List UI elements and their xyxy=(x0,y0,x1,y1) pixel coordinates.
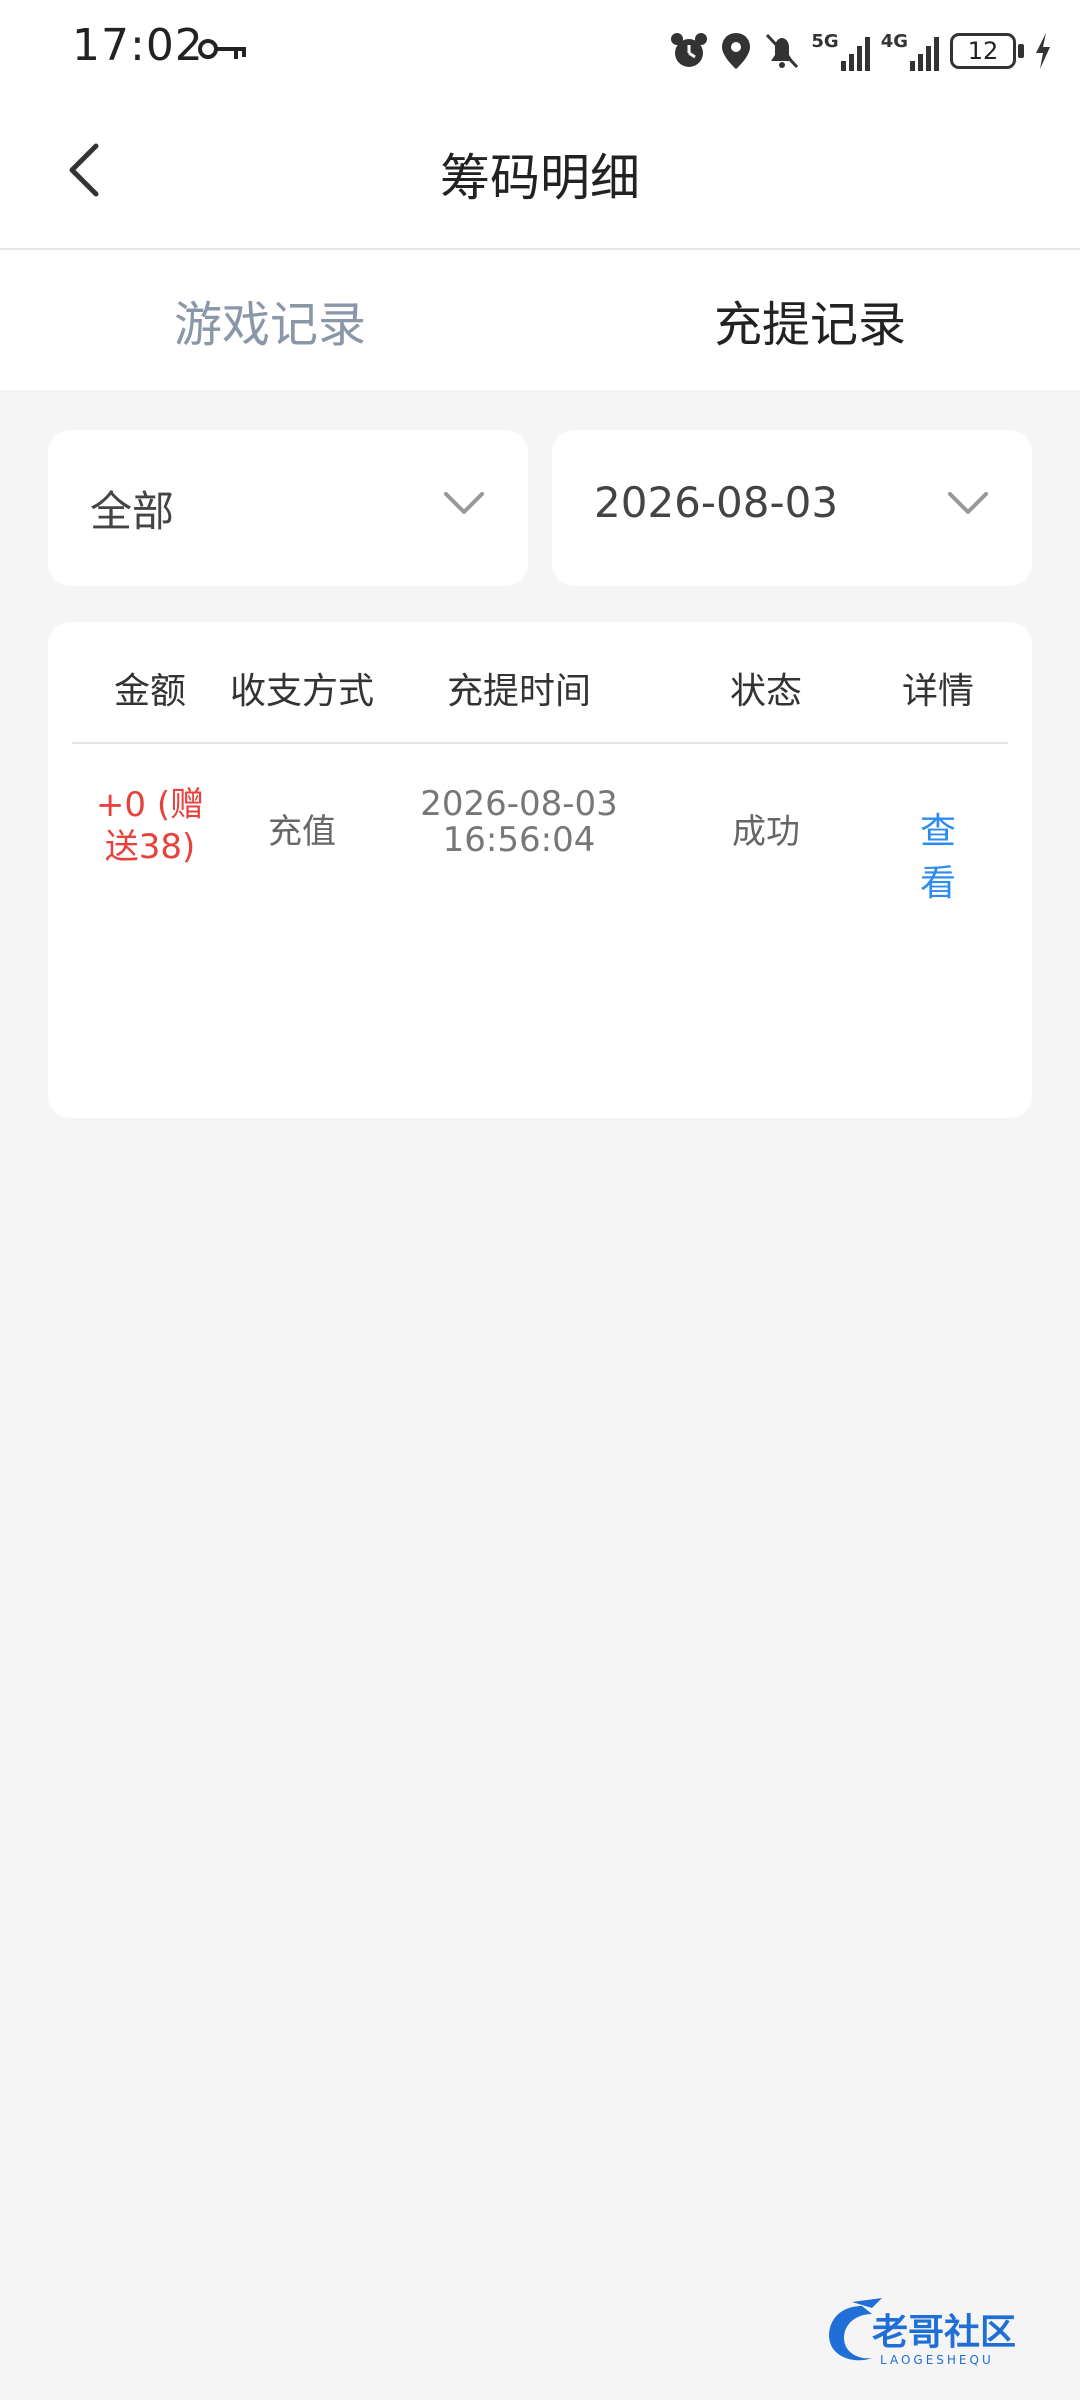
column-header-detail: 详情 xyxy=(901,671,975,712)
row-amount-line2: 送38) xyxy=(104,827,196,867)
signal-4g-label: 4G xyxy=(880,31,908,52)
row-amount-line1: +0 (赠 xyxy=(95,785,205,825)
signal-5g-label: 5G xyxy=(811,31,839,52)
status-bar: 17:02 5G 4G 12 xyxy=(0,0,1080,100)
date-filter-value: 2026-08-03 xyxy=(594,478,839,527)
vpn-key-icon xyxy=(198,39,246,59)
alarm-icon xyxy=(671,33,708,67)
location-icon xyxy=(722,33,751,69)
chevron-down-icon xyxy=(444,492,484,514)
row-status: 成功 xyxy=(732,812,800,852)
view-detail-link[interactable]: 查看 xyxy=(903,802,973,906)
charging-icon xyxy=(1036,33,1050,69)
date-filter-dropdown[interactable]: 2026-08-03 xyxy=(552,430,1032,586)
row-date: 2026-08-03 xyxy=(420,784,618,824)
status-icons: 5G 4G 12 xyxy=(669,26,1052,76)
type-filter-value: 全部 xyxy=(90,487,175,536)
battery-level: 12 xyxy=(967,37,999,65)
battery-icon: 12 xyxy=(950,33,1016,69)
battery-indicator: 12 xyxy=(950,33,1024,69)
record-tabs: 游戏记录 充提记录 xyxy=(0,250,1080,390)
svg-text:LAOGESHEQU: LAOGESHEQU xyxy=(880,2353,994,2367)
records-table: 金额 收支方式 充提时间 状态 详情 +0 (赠 送38) 充值 2026-08… xyxy=(48,622,1032,1118)
page-title: 筹码明细 xyxy=(440,149,640,207)
column-header-time: 充提时间 xyxy=(446,671,592,712)
mute-bell-icon xyxy=(766,33,799,69)
signal-5g: 5G xyxy=(811,31,870,71)
cell-signal-icon xyxy=(910,37,939,71)
column-header-status: 状态 xyxy=(729,671,803,712)
table-row: +0 (赠 送38) 充值 2026-08-03 16:56:04 成功 查看 xyxy=(72,744,1008,914)
battery-tip xyxy=(1018,44,1024,58)
app-header: 筹码明细 xyxy=(0,100,1080,250)
column-header-amount: 金额 xyxy=(113,671,187,712)
row-amount: +0 (赠 送38) xyxy=(75,784,225,868)
type-filter-dropdown[interactable]: 全部 xyxy=(48,430,528,586)
cell-signal-icon xyxy=(840,37,870,71)
row-method: 充值 xyxy=(268,812,336,852)
table-header: 金额 收支方式 充提时间 状态 详情 xyxy=(72,622,1008,744)
column-header-method: 收支方式 xyxy=(229,671,375,712)
laoge-community-logo: 老哥社区 LAOGESHEQU xyxy=(829,2298,1016,2367)
chevron-down-icon xyxy=(948,492,988,514)
svg-text:老哥社区: 老哥社区 xyxy=(872,2312,1016,2353)
row-time: 2026-08-03 16:56:04 xyxy=(399,786,639,858)
tab-game-records[interactable]: 游戏记录 xyxy=(0,250,540,390)
signal-4g: 4G xyxy=(881,31,940,71)
status-time: 17:02 xyxy=(72,20,204,71)
row-clock: 16:56:04 xyxy=(442,820,596,860)
tab-deposit-withdraw-records[interactable]: 充提记录 xyxy=(540,250,1080,390)
